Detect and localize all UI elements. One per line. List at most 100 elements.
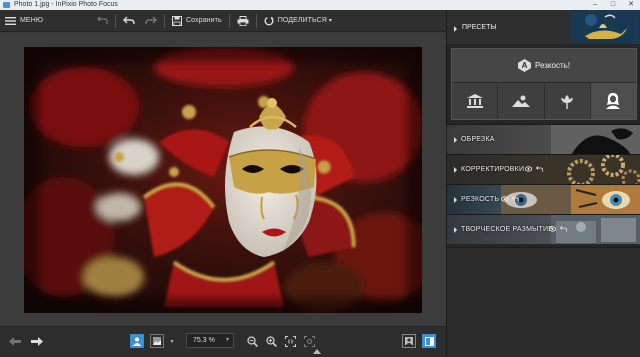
- portrait-icon: [606, 93, 621, 109]
- hamburger-icon: [5, 16, 16, 25]
- gears-section-image: [551, 155, 640, 184]
- architecture-icon: [466, 94, 483, 108]
- share-icon: [264, 16, 274, 25]
- zoom-level-value: 75.3 %: [193, 337, 215, 344]
- zoom-in-button[interactable]: [265, 334, 277, 348]
- visibility-eye-icon[interactable]: [501, 196, 508, 202]
- window-title: Photo 1.jpg - InPixio Photo Focus: [14, 1, 118, 8]
- right-panel: ПРЕСЕТЫ A Резкость! ОБРЕЗКА КОРРЕКТИРОВК…: [446, 10, 640, 357]
- window-controls: – □ ✕: [586, 0, 640, 10]
- visibility-eye-icon[interactable]: [525, 166, 532, 172]
- section-adjustments-label: КОРРЕКТИРОВКИ: [461, 166, 525, 173]
- panel-toggle-icon: [424, 336, 434, 346]
- save-button[interactable]: Сохранить: [167, 10, 227, 32]
- actual-size-icon: [284, 335, 296, 347]
- compare-view-caret[interactable]: ▾: [168, 334, 176, 348]
- arrow-left-icon: [9, 336, 21, 346]
- reset-section-icon[interactable]: [536, 166, 543, 172]
- print-button[interactable]: [232, 10, 254, 32]
- preset-category-portrait[interactable]: [590, 83, 636, 119]
- preset-categories: [452, 83, 636, 119]
- toolbar-divider: [255, 13, 257, 28]
- redo-icon: [145, 16, 158, 25]
- menu-button[interactable]: МЕНЮ: [0, 10, 48, 32]
- zoom-out-icon: [246, 335, 258, 347]
- reset-button[interactable]: [92, 10, 113, 32]
- fit-to-screen-button[interactable]: [303, 334, 315, 348]
- presets-panel: A Резкость!: [451, 48, 637, 120]
- eyes-section-image: [501, 185, 640, 214]
- undo-button[interactable]: [118, 10, 140, 32]
- person-view-icon: [133, 337, 141, 346]
- share-button[interactable]: ПОДЕЛИТЬСЯ ▾: [259, 10, 337, 32]
- landscape-icon: [511, 95, 530, 107]
- section-crop[interactable]: ОБРЕЗКА: [447, 124, 640, 154]
- app-logo-icon: [3, 2, 10, 8]
- redo-button[interactable]: [140, 10, 162, 32]
- bottom-toolbar: ▾ 75.3 % ▾: [0, 326, 446, 357]
- minimize-button[interactable]: –: [586, 0, 604, 10]
- compare-icon: [153, 337, 161, 345]
- carnival-mask-photo: [24, 47, 422, 313]
- crop-section-image: [551, 125, 640, 154]
- genie-lamp-icon: [571, 12, 635, 42]
- close-button[interactable]: ✕: [622, 0, 640, 10]
- presets-header[interactable]: ПРЕСЕТЫ: [447, 10, 640, 44]
- floppy-disk-icon: [172, 15, 183, 26]
- undo-icon: [123, 16, 135, 25]
- save-label: Сохранить: [186, 17, 222, 24]
- navigator-view-button[interactable]: [402, 334, 416, 348]
- share-caret: ▾: [328, 18, 332, 24]
- preset-category-nature[interactable]: [544, 83, 591, 119]
- visibility-eye-icon[interactable]: [549, 226, 556, 232]
- reset-icon: [97, 16, 108, 24]
- zoom-in-icon: [265, 335, 277, 347]
- actual-size-button[interactable]: [284, 334, 296, 348]
- sharpness-preset-label: Резкость!: [534, 61, 571, 70]
- previous-image-button[interactable]: [8, 334, 22, 348]
- section-adjustments[interactable]: КОРРЕКТИРОВКИ: [447, 154, 640, 184]
- arrow-right-icon: [31, 336, 43, 346]
- nature-icon: [561, 95, 574, 109]
- reset-section-icon[interactable]: [512, 196, 519, 202]
- sharpness-preset-button[interactable]: A Резкость!: [452, 49, 636, 83]
- toolbar-divider: [115, 13, 117, 28]
- expand-triangle-icon: [454, 137, 457, 143]
- toggle-panel-button[interactable]: [422, 334, 436, 348]
- section-creative-blur-icons: [549, 226, 567, 232]
- compare-view-button[interactable]: [150, 334, 164, 348]
- presets-label: ПРЕСЕТЫ: [462, 24, 497, 31]
- section-sharpness[interactable]: РЕЗКОСТЬ: [447, 184, 640, 214]
- panel-empty-area: [447, 247, 640, 357]
- section-sharpness-label: РЕЗКОСТЬ: [461, 196, 500, 203]
- section-adjustments-icons: [525, 166, 543, 172]
- next-image-button[interactable]: [30, 334, 44, 348]
- preset-category-architecture[interactable]: [452, 83, 499, 119]
- expand-triangle-icon: [454, 227, 457, 233]
- app-window: Photo 1.jpg - InPixio Photo Focus – □ ✕ …: [0, 0, 640, 357]
- main-toolbar: МЕНЮ Сохранить ПОДЕЛИТЬСЯ ▾: [0, 10, 446, 32]
- bottom-panel-handle[interactable]: [313, 349, 321, 354]
- person-frame-icon: [405, 337, 413, 345]
- section-crop-label: ОБРЕЗКА: [461, 136, 495, 143]
- title-bar: Photo 1.jpg - InPixio Photo Focus – □ ✕: [0, 0, 640, 10]
- single-view-button[interactable]: [130, 334, 144, 348]
- expand-triangle-icon: [454, 167, 457, 173]
- section-creative-blur[interactable]: ТВОРЧЕСКОЕ РАЗМЫТИЕ: [447, 214, 640, 244]
- maximize-button[interactable]: □: [604, 0, 622, 10]
- section-creative-blur-label: ТВОРЧЕСКОЕ РАЗМЫТИЕ: [461, 226, 554, 233]
- reset-section-icon[interactable]: [560, 226, 567, 232]
- auto-badge-icon: A: [517, 59, 531, 72]
- collapse-triangle-icon: [454, 26, 457, 32]
- share-label: ПОДЕЛИТЬСЯ: [277, 17, 327, 24]
- zoom-caret[interactable]: ▾: [226, 334, 229, 347]
- photo-canvas: [0, 33, 446, 326]
- photo-image[interactable]: [24, 47, 422, 313]
- menu-label: МЕНЮ: [20, 17, 44, 24]
- zoom-out-button[interactable]: [246, 334, 258, 348]
- expand-triangle-icon: [454, 197, 457, 203]
- preset-category-landscape[interactable]: [498, 83, 545, 119]
- toolbar-divider: [164, 13, 166, 28]
- zoom-level-field[interactable]: 75.3 % ▾: [186, 333, 234, 348]
- fit-screen-icon: [303, 335, 315, 347]
